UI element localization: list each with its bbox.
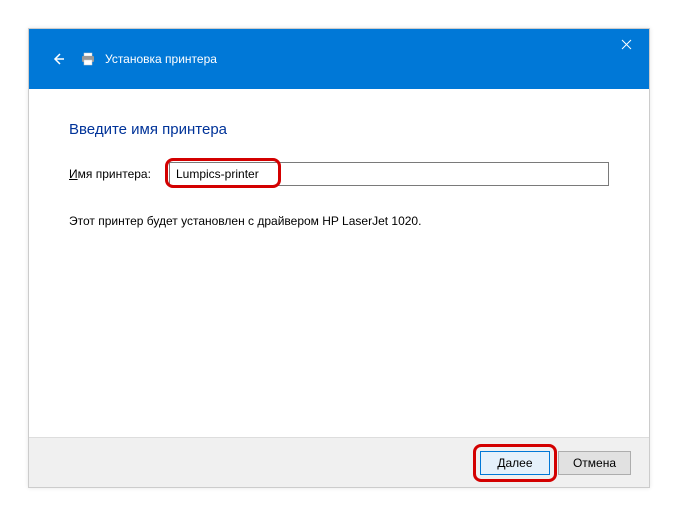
titlebar: Установка принтера bbox=[29, 29, 649, 89]
page-heading: Введите имя принтера bbox=[69, 121, 609, 138]
next-button[interactable]: Далее bbox=[480, 451, 550, 475]
input-wrapper bbox=[169, 162, 609, 186]
next-button-wrapper: Далее bbox=[480, 451, 550, 475]
back-button[interactable] bbox=[43, 44, 73, 74]
driver-info-text: Этот принтер будет установлен с драйверо… bbox=[69, 214, 609, 228]
printer-name-row: Имя принтера: bbox=[69, 162, 609, 186]
content-area: Введите имя принтера Имя принтера: Этот … bbox=[29, 89, 649, 437]
printer-name-label: Имя принтера: bbox=[69, 167, 169, 181]
footer: Далее Отмена bbox=[29, 437, 649, 487]
wizard-window: Установка принтера Введите имя принтера … bbox=[28, 28, 650, 488]
window-title: Установка принтера bbox=[105, 52, 217, 66]
cancel-button[interactable]: Отмена bbox=[558, 451, 631, 475]
printer-icon bbox=[79, 50, 97, 68]
close-button[interactable] bbox=[603, 29, 649, 59]
printer-name-input[interactable] bbox=[169, 162, 609, 186]
